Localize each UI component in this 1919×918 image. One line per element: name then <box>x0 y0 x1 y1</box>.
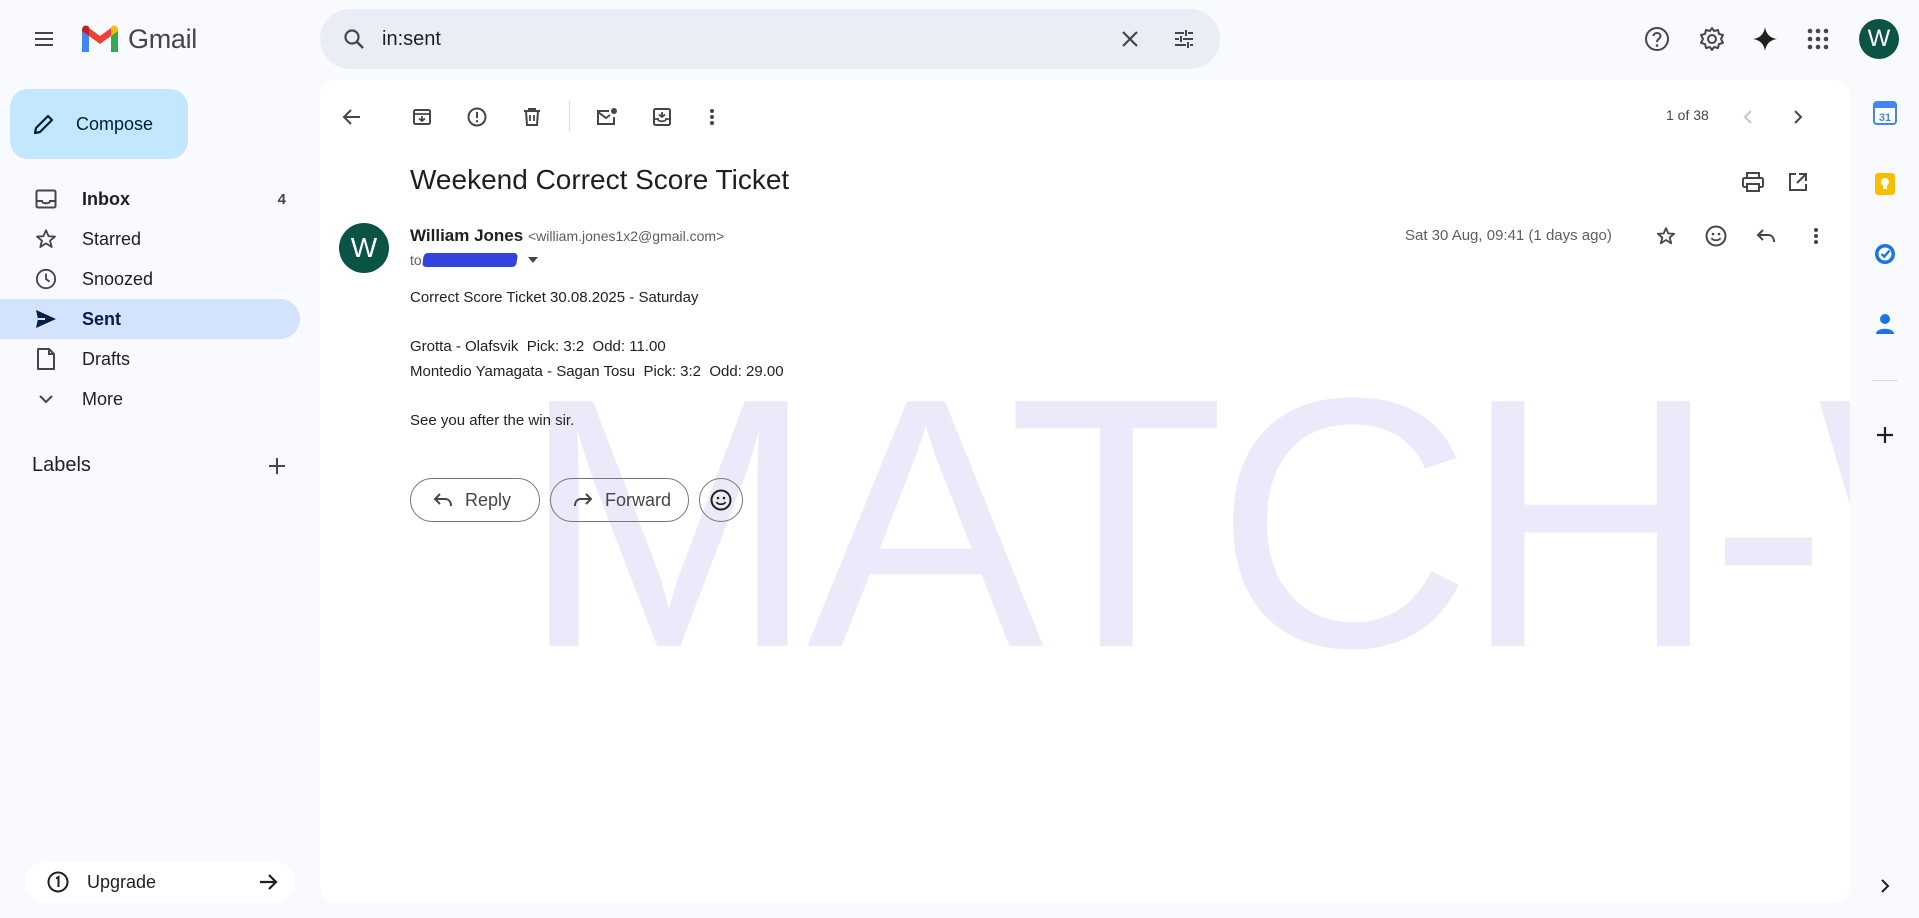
reply-arrow-icon[interactable] <box>1748 218 1784 254</box>
sidebar-item-label: More <box>82 388 124 409</box>
tasks-app-icon[interactable] <box>1870 239 1900 269</box>
add-app-plus-icon[interactable] <box>1870 420 1900 450</box>
move-to-icon[interactable] <box>644 99 680 135</box>
sidebar-item-label: Sent <box>82 308 122 329</box>
expand-panel-chevron-icon[interactable] <box>1870 871 1900 901</box>
more-vert-icon[interactable] <box>694 99 730 135</box>
gemini-sparkle-icon[interactable] <box>1745 19 1785 59</box>
clock-icon <box>32 268 60 290</box>
compose-label: Compose <box>76 113 154 134</box>
body-line: Correct Score Ticket 30.08.2025 - Saturd… <box>410 289 699 306</box>
mark-unread-icon[interactable] <box>589 99 625 135</box>
chevron-down-icon <box>32 394 60 404</box>
keep-app-icon[interactable] <box>1870 169 1900 199</box>
gmail-logo[interactable]: Gmail <box>80 22 197 56</box>
sidebar-item-starred[interactable]: Starred <box>0 219 300 259</box>
upgrade-label: Upgrade <box>87 871 157 892</box>
app-name: Gmail <box>128 23 198 54</box>
account-avatar[interactable]: W <box>1859 19 1899 59</box>
sender-email: <william.jones1x2@gmail.com> <box>527 228 725 244</box>
pencil-icon <box>32 112 56 136</box>
hamburger-icon <box>32 27 56 51</box>
toolbar-divider <box>569 101 570 131</box>
body-line: Grotta - Olafsvik Pick: 3:2 Odd: 11.00 <box>410 338 666 355</box>
message-more-vert-icon[interactable] <box>1798 218 1834 254</box>
email-date: Sat 30 Aug, 09:41 (1 days ago) <box>1405 227 1612 244</box>
archive-icon[interactable] <box>404 99 440 135</box>
reply-icon <box>433 492 453 508</box>
message-view-panel: MATCH-WIN 1 of 38 Weekend Correct Score … <box>320 80 1850 902</box>
sender-name[interactable]: William Jones <box>410 226 523 245</box>
help-icon[interactable] <box>1637 19 1677 59</box>
apps-grid-icon[interactable] <box>1798 19 1838 59</box>
reply-label: Reply <box>465 489 512 510</box>
sidebar-item-inbox[interactable]: Inbox 4 <box>0 179 300 219</box>
chevron-right-icon[interactable] <box>1780 99 1816 135</box>
upgrade-button[interactable]: Upgrade <box>25 861 295 903</box>
body-line: Montedio Yamagata - Sagan Tosu Pick: 3:2… <box>410 362 784 380</box>
inbox-icon <box>32 189 60 209</box>
compose-button[interactable]: Compose <box>10 89 188 159</box>
email-body: Correct Score Ticket 30.08.2025 - Saturd… <box>410 286 784 433</box>
side-panel-divider <box>1872 380 1898 381</box>
arrow-right-icon <box>257 871 279 893</box>
forward-icon <box>573 492 593 508</box>
sidebar-item-snoozed[interactable]: Snoozed <box>0 259 300 299</box>
print-icon[interactable] <box>1735 164 1771 200</box>
sender-avatar[interactable]: W <box>339 223 389 273</box>
caret-down-icon[interactable] <box>527 256 539 264</box>
forward-label: Forward <box>605 489 672 510</box>
add-label-plus-icon[interactable] <box>264 453 290 479</box>
to-prefix: to <box>410 252 422 268</box>
settings-gear-icon[interactable] <box>1692 19 1732 59</box>
sidebar-item-label: Snoozed <box>82 268 154 289</box>
star-icon[interactable] <box>1648 218 1684 254</box>
sender-info: William Jones <william.jones1x2@gmail.co… <box>410 226 724 246</box>
forward-button[interactable]: Forward <box>550 478 689 522</box>
sidebar-item-label: Starred <box>82 228 142 249</box>
reply-button[interactable]: Reply <box>410 478 540 522</box>
send-icon <box>32 309 60 329</box>
open-new-window-icon[interactable] <box>1780 164 1816 200</box>
inbox-unread-count: 4 <box>277 190 286 208</box>
svg-text:31: 31 <box>1879 112 1891 124</box>
sidebar-item-more[interactable]: More <box>0 379 300 419</box>
trash-icon[interactable] <box>514 99 550 135</box>
gmail-m-icon <box>80 24 120 54</box>
calendar-app-icon[interactable]: 31 <box>1870 98 1900 128</box>
report-spam-icon[interactable] <box>459 99 495 135</box>
recipients-line[interactable]: to <box>410 252 539 268</box>
sidebar-item-label: Drafts <box>82 348 131 369</box>
search-bar <box>320 9 1220 69</box>
emoji-reaction-icon[interactable] <box>1698 218 1734 254</box>
search-options-icon[interactable] <box>1168 23 1200 55</box>
contacts-app-icon[interactable] <box>1870 309 1900 339</box>
search-input[interactable] <box>382 27 1102 51</box>
draft-document-icon <box>32 347 60 371</box>
sidebar-item-label: Inbox <box>82 188 130 209</box>
redacted-recipient <box>421 253 518 267</box>
main-menu-button[interactable] <box>24 19 64 59</box>
smiley-icon <box>710 489 732 511</box>
chevron-left-icon[interactable] <box>1730 99 1766 135</box>
clear-search-icon[interactable] <box>1114 23 1146 55</box>
labels-heading: Labels <box>32 454 91 476</box>
back-arrow-icon[interactable] <box>334 99 370 135</box>
body-line: See you after the win sir. <box>410 411 575 429</box>
star-icon <box>32 228 60 250</box>
upgrade-circle-icon <box>47 871 69 893</box>
sidebar-item-drafts[interactable]: Drafts <box>0 339 300 379</box>
sidebar-item-sent[interactable]: Sent <box>0 299 300 339</box>
search-icon[interactable] <box>338 23 370 55</box>
emoji-react-button[interactable] <box>699 478 743 522</box>
email-subject: Weekend Correct Score Ticket <box>410 164 790 195</box>
pagination-count: 1 of 38 <box>1666 107 1709 123</box>
